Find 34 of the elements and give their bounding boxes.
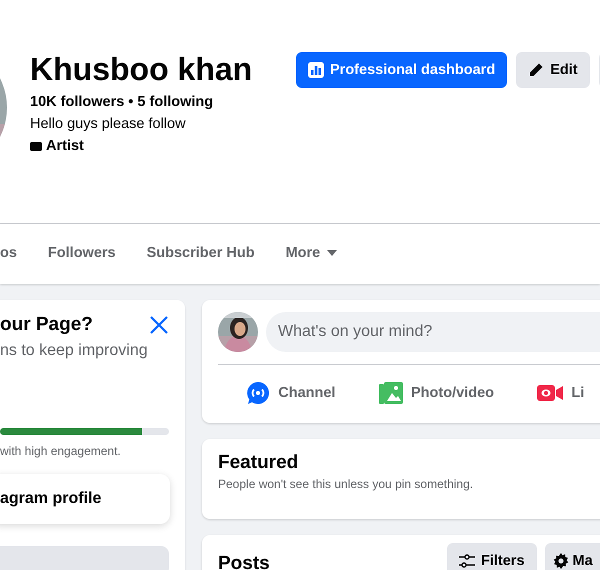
sliders-icon: [459, 554, 475, 568]
connect-button[interactable]: agram profile: [0, 474, 170, 524]
profile-category: Artist: [46, 138, 84, 154]
tab[interactable]: More: [286, 226, 338, 282]
follower-stats[interactable]: 10K followers • 5 following: [30, 94, 214, 110]
card-text: ns to keep improving: [0, 342, 148, 360]
avatar[interactable]: [218, 312, 258, 352]
caret-icon: [327, 250, 338, 256]
photo-icon: [379, 381, 404, 405]
tab[interactable]: os: [0, 226, 17, 282]
chart-icon: [308, 62, 324, 78]
progress-caption: with high engagement.: [0, 444, 121, 458]
photo-button[interactable]: Photo/video: [364, 375, 510, 411]
section-title: Featured: [218, 452, 298, 474]
tab[interactable]: Followers: [48, 226, 116, 282]
live-button[interactable]: Li: [509, 375, 600, 411]
post-input[interactable]: What's on your mind?: [266, 312, 600, 352]
settings-icon: [552, 553, 569, 569]
close-icon[interactable]: [149, 315, 169, 335]
manage-button[interactable]: Ma: [544, 543, 600, 570]
section-title: Posts: [218, 552, 271, 570]
tab[interactable]: Subscriber Hub: [146, 226, 255, 282]
briefcase-icon: [30, 141, 42, 151]
broadcast-icon: [246, 381, 270, 405]
dashboard-button[interactable]: Professional dashboard: [296, 52, 508, 88]
channel-button[interactable]: Channel: [218, 375, 364, 411]
edit-button[interactable]: Edit: [516, 52, 590, 88]
profile-bio: Hello guys please follow: [30, 116, 186, 132]
pencil-icon: [528, 62, 544, 78]
filters-button[interactable]: Filters: [447, 543, 537, 570]
profile-name: Khusboo khan: [30, 50, 254, 88]
video-camera-icon: [537, 383, 564, 403]
section-text: People won't see this unless you pin something.: [218, 477, 474, 491]
card-title: our Page?: [0, 314, 93, 336]
